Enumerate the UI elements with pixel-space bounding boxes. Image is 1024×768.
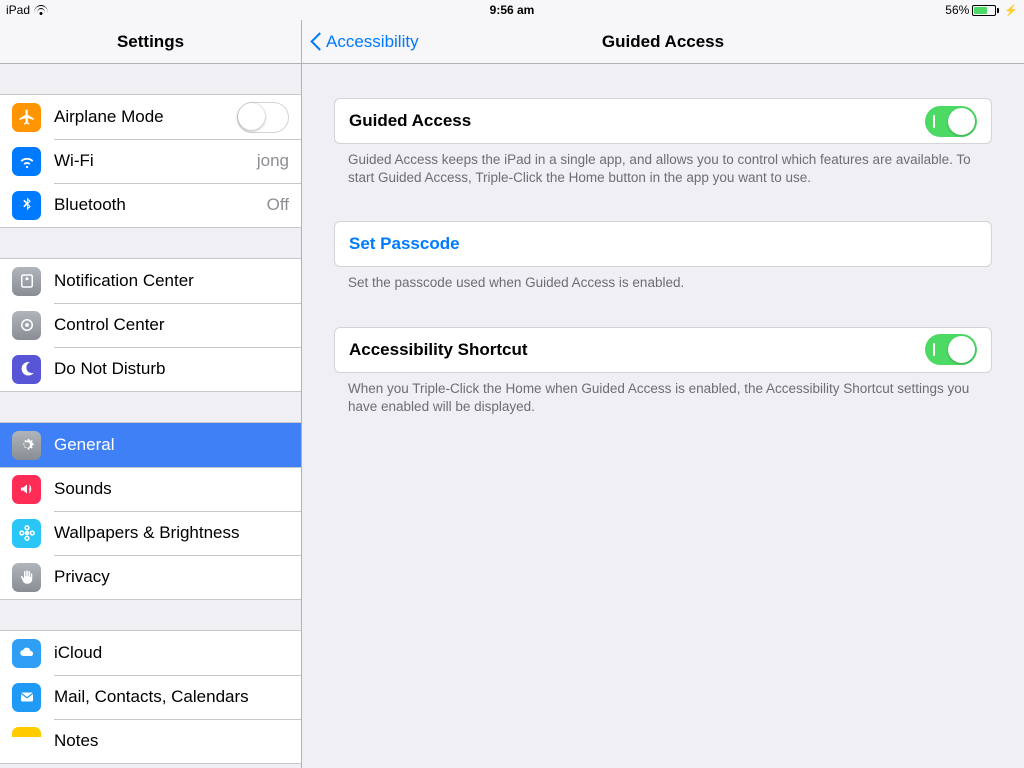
status-bar: iPad 9:56 am 56% ⚡ (0, 0, 1024, 20)
sidebar-nav: Settings (0, 20, 302, 63)
clock: 9:56 am (490, 3, 535, 17)
cloud-icon (12, 639, 41, 668)
battery-icon (972, 5, 999, 16)
settings-sidebar: Airplane Mode Wi-Fi jong Bluetooth Off N… (0, 64, 302, 768)
hand-icon (12, 563, 41, 592)
sidebar-item-label: Sounds (54, 479, 112, 499)
sidebar-item-notification-center[interactable]: Notification Center (0, 259, 301, 303)
sidebar-item-label: General (54, 435, 114, 455)
detail-nav: Accessibility Guided Access (302, 20, 1024, 63)
airplane-icon (12, 103, 41, 132)
sidebar-item-bluetooth[interactable]: Bluetooth Off (0, 183, 301, 227)
accessibility-shortcut-footer: When you Triple-Click the Home when Guid… (334, 373, 992, 416)
battery-percent: 56% (945, 3, 969, 17)
device-label: iPad (6, 3, 30, 17)
flower-icon (12, 519, 41, 548)
sidebar-item-label: Mail, Contacts, Calendars (54, 687, 249, 707)
sidebar-item-mail-contacts-calendars[interactable]: Mail, Contacts, Calendars (0, 675, 301, 719)
notes-icon (12, 727, 41, 756)
sidebar-item-label: Do Not Disturb (54, 359, 165, 379)
back-button[interactable]: Accessibility (310, 32, 419, 52)
sidebar-item-label: Notes (54, 731, 98, 751)
sidebar-item-sounds[interactable]: Sounds (0, 467, 301, 511)
sidebar-item-label: Privacy (54, 567, 110, 587)
sidebar-item-airplane-mode[interactable]: Airplane Mode (0, 95, 301, 139)
gear-icon (12, 431, 41, 460)
detail-title: Guided Access (602, 32, 724, 52)
set-passcode-label: Set Passcode (349, 234, 460, 254)
moon-icon (12, 355, 41, 384)
accessibility-shortcut-toggle[interactable] (925, 334, 977, 365)
set-passcode-footer: Set the passcode used when Guided Access… (334, 267, 992, 292)
wifi-row-icon (12, 147, 41, 176)
accessibility-shortcut-row: Accessibility Shortcut (335, 328, 991, 372)
airplane-toggle[interactable] (237, 102, 289, 133)
detail-pane: Guided Access Guided Access keeps the iP… (302, 64, 1024, 768)
sidebar-item-label: Wallpapers & Brightness (54, 523, 240, 543)
wifi-icon (34, 5, 48, 15)
control-center-icon (12, 311, 41, 340)
charging-icon: ⚡ (1004, 4, 1018, 17)
notification-icon (12, 267, 41, 296)
speaker-icon (12, 475, 41, 504)
chevron-left-icon (310, 32, 322, 52)
sidebar-item-label: Airplane Mode (54, 107, 164, 127)
sidebar-item-icloud[interactable]: iCloud (0, 631, 301, 675)
back-label: Accessibility (326, 32, 419, 52)
accessibility-shortcut-label: Accessibility Shortcut (349, 340, 528, 360)
guided-access-label: Guided Access (349, 111, 471, 131)
bluetooth-value: Off (267, 195, 289, 215)
sidebar-title: Settings (117, 32, 184, 52)
sidebar-item-wifi[interactable]: Wi-Fi jong (0, 139, 301, 183)
sidebar-item-general[interactable]: General (0, 423, 301, 467)
sidebar-item-do-not-disturb[interactable]: Do Not Disturb (0, 347, 301, 391)
sidebar-item-privacy[interactable]: Privacy (0, 555, 301, 599)
mail-icon (12, 683, 41, 712)
sidebar-item-label: Wi-Fi (54, 151, 94, 171)
bluetooth-icon (12, 191, 41, 220)
sidebar-item-notes[interactable]: Notes (0, 719, 301, 763)
sidebar-item-label: iCloud (54, 643, 102, 663)
sidebar-item-wallpapers-brightness[interactable]: Wallpapers & Brightness (0, 511, 301, 555)
sidebar-item-label: Control Center (54, 315, 165, 335)
guided-access-row: Guided Access (335, 99, 991, 143)
guided-access-toggle[interactable] (925, 106, 977, 137)
sidebar-item-label: Notification Center (54, 271, 194, 291)
sidebar-item-control-center[interactable]: Control Center (0, 303, 301, 347)
sidebar-item-label: Bluetooth (54, 195, 126, 215)
set-passcode-row[interactable]: Set Passcode (335, 222, 991, 266)
wifi-value: jong (257, 151, 289, 171)
guided-access-footer: Guided Access keeps the iPad in a single… (334, 144, 992, 187)
